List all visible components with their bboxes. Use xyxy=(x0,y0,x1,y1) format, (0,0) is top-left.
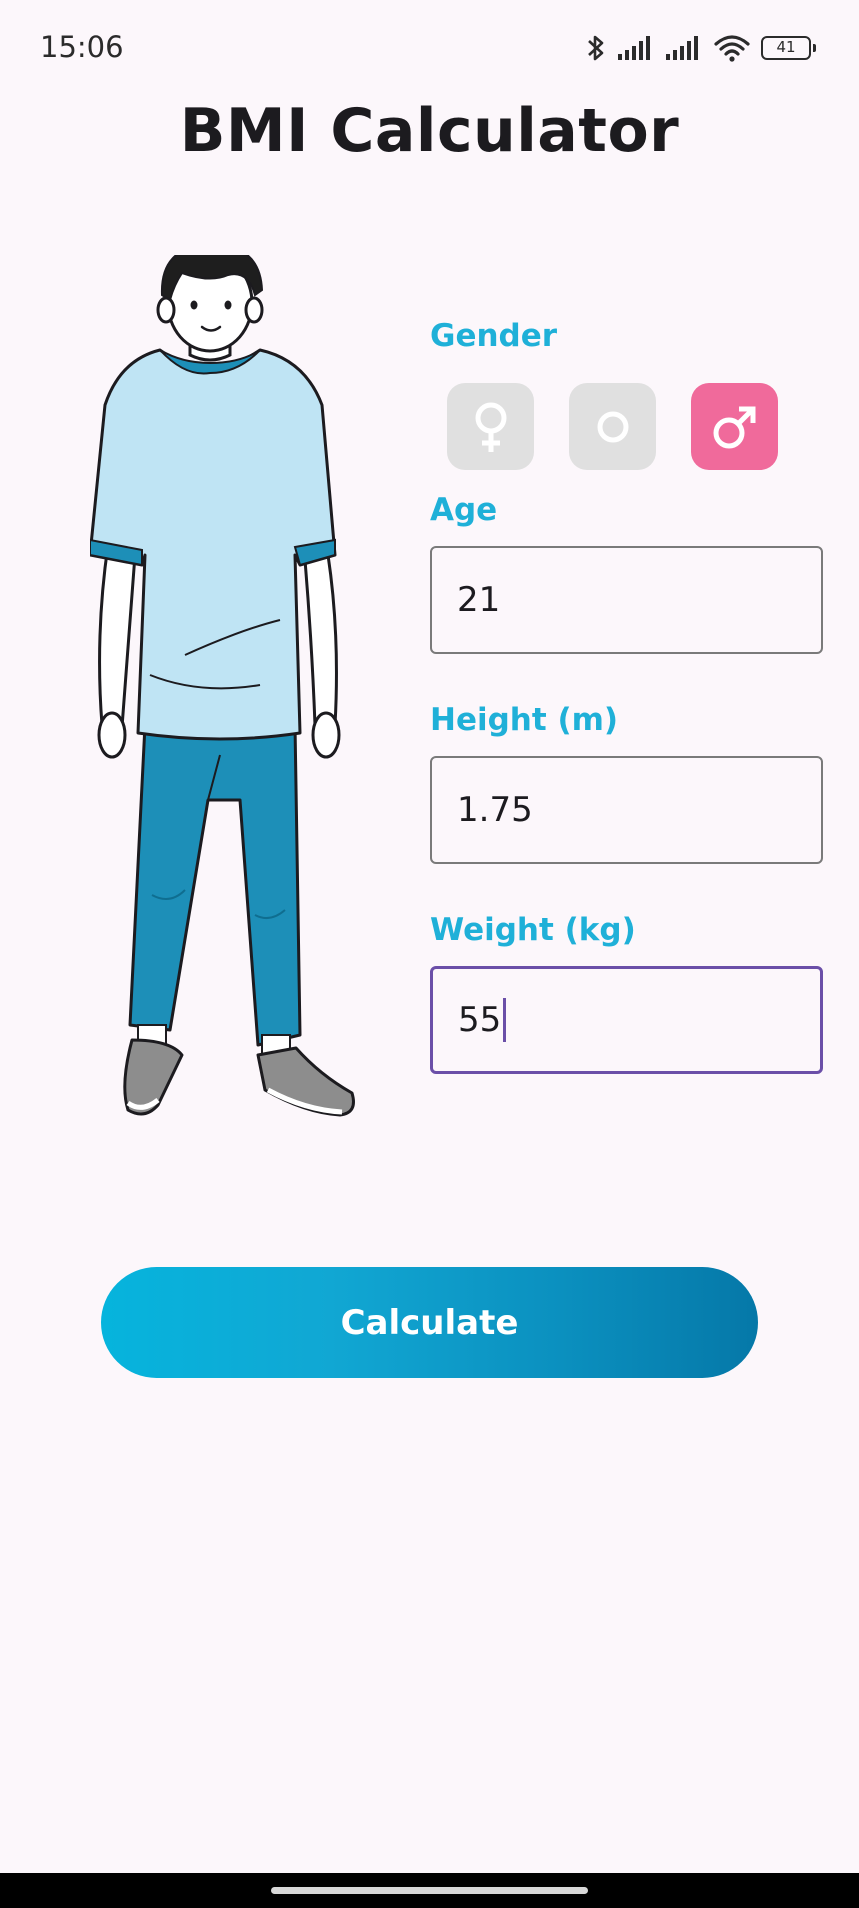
height-value: 1.75 xyxy=(457,790,533,830)
neutral-icon xyxy=(597,411,628,442)
gender-label: Gender xyxy=(430,318,558,354)
gender-female-button[interactable] xyxy=(447,383,534,470)
home-gesture-handle[interactable] xyxy=(271,1887,588,1894)
text-cursor xyxy=(503,998,507,1042)
male-icon xyxy=(713,406,755,448)
gender-neutral-button[interactable] xyxy=(569,383,656,470)
height-label: Height (m) xyxy=(430,702,619,738)
status-time: 15:06 xyxy=(40,30,124,64)
height-input[interactable]: 1.75 xyxy=(430,756,823,864)
page-title: BMI Calculator xyxy=(179,96,680,166)
age-label: Age xyxy=(430,492,498,528)
bluetooth-icon xyxy=(588,35,604,61)
weight-value: 55 xyxy=(458,1000,502,1040)
gender-selector xyxy=(447,383,778,470)
female-icon xyxy=(475,402,506,452)
calculate-button[interactable]: Calculate xyxy=(101,1267,758,1378)
battery-icon: 41 xyxy=(761,36,816,60)
age-input[interactable]: 21 xyxy=(430,546,823,654)
battery-level: 41 xyxy=(776,38,796,56)
status-icons: 41 xyxy=(585,30,816,66)
signal-icon xyxy=(666,36,698,60)
gender-male-button[interactable] xyxy=(691,383,778,470)
wifi-icon xyxy=(714,35,750,62)
status-bar: 15:06 41 xyxy=(0,0,859,96)
weight-label: Weight (kg) xyxy=(430,912,636,948)
bmi-calculator-screen: 15:06 41 BMI Calculator Gender Age 21 He… xyxy=(0,0,859,1908)
signal-icon xyxy=(618,36,650,60)
weight-input[interactable]: 55 xyxy=(430,966,823,1074)
navigation-bar xyxy=(0,1873,859,1908)
person-illustration xyxy=(90,255,355,1117)
age-value: 21 xyxy=(457,580,501,620)
